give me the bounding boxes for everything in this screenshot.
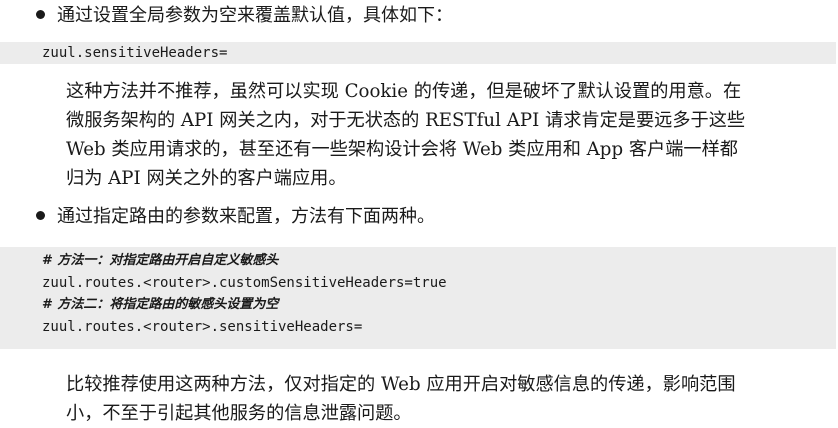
paragraph-line: 比较推荐使用这两种方法，仅对指定的 Web 应用开启对敏感信息的传递，影响范围: [66, 374, 736, 395]
bullet-item-route-params: 通过指定路由的参数来配置，方法有下面两种。: [36, 205, 435, 229]
code-block-routes: # 方法一：对指定路由开启自定义敏感头 zuul.routes.<router>…: [0, 247, 836, 349]
paragraph-recommended: 比较推荐使用这两种方法，仅对指定的 Web 应用开启对敏感信息的传递，影响范围 …: [66, 370, 836, 428]
code-line: zuul.routes.<router>.sensitiveHeaders=: [42, 319, 363, 335]
code-line: zuul.routes.<router>.customSensitiveHead…: [42, 275, 447, 291]
bullet-icon: [36, 210, 45, 220]
paragraph-line: 微服务架构的 API 网关之内，对于无状态的 RESTful API 请求肯定是…: [66, 110, 746, 131]
bullet-text: 通过设置全局参数为空来覆盖默认值，具体如下：: [57, 5, 453, 26]
paragraph-not-recommended: 这种方法并不推荐，虽然可以实现 Cookie 的传递，但是破坏了默认设置的用意。…: [66, 77, 836, 193]
bullet-text: 通过指定路由的参数来配置，方法有下面两种。: [57, 206, 435, 227]
code-comment: # 方法二：将指定路由的敏感头设置为空: [42, 297, 279, 312]
paragraph-line: 这种方法并不推荐，虽然可以实现 Cookie 的传递，但是破坏了默认设置的用意。…: [66, 81, 742, 102]
paragraph-line: Web 类应用请求的，甚至还有一些架构设计会将 Web 类应用和 App 客户端…: [66, 139, 738, 160]
bullet-icon: [36, 9, 45, 19]
code-line: zuul.sensitiveHeaders=: [42, 45, 228, 61]
code-block-global: zuul.sensitiveHeaders=: [0, 42, 836, 64]
paragraph-line: 小，不至于引起其他服务的信息泄露问题。: [66, 403, 412, 424]
paragraph-line: 归为 API 网关之外的客户端应用。: [66, 168, 347, 189]
code-comment: # 方法一：对指定路由开启自定义敏感头: [42, 253, 279, 268]
bullet-item-global-params: 通过设置全局参数为空来覆盖默认值，具体如下：: [36, 4, 453, 28]
